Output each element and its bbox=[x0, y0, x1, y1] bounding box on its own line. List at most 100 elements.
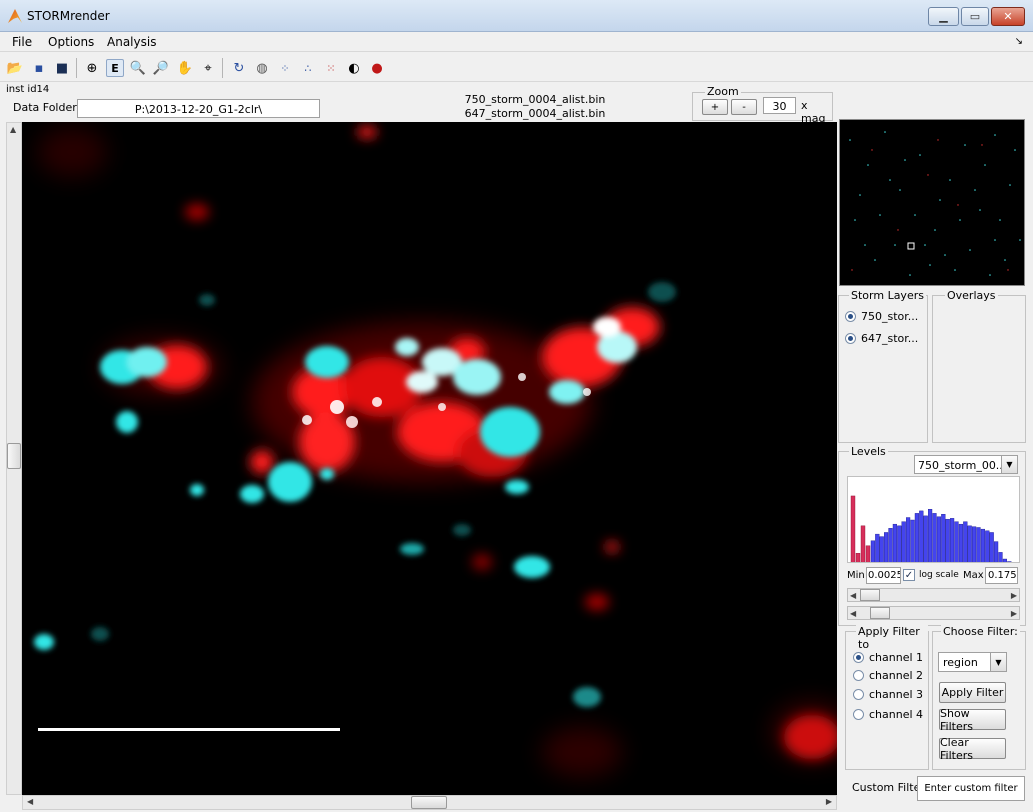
close-button[interactable]: ✕ bbox=[991, 7, 1025, 26]
histogram-blue-bar bbox=[919, 510, 924, 562]
layer-2-label: 647_stor... bbox=[861, 332, 919, 345]
max-slider-thumb[interactable] bbox=[870, 607, 890, 619]
menu-bar: File Options Analysis ↘ bbox=[0, 32, 1033, 52]
minimize-button[interactable]: ▁ bbox=[928, 7, 959, 26]
data-cursor-icon[interactable]: ⌖ bbox=[199, 59, 217, 77]
menu-file[interactable]: File bbox=[12, 35, 32, 49]
slider-left-icon[interactable]: ◀ bbox=[850, 609, 856, 618]
image-horizontal-scrollbar[interactable]: ◀ ▶ bbox=[22, 795, 837, 810]
color-plot-icon[interactable]: ⁙ bbox=[322, 59, 340, 77]
maximize-button[interactable]: ▭ bbox=[961, 7, 989, 26]
file-name-1: 750_storm_0004_alist.bin bbox=[464, 93, 606, 106]
horizontal-scroll-thumb[interactable] bbox=[411, 796, 447, 809]
save-image-icon[interactable]: ■ bbox=[53, 59, 71, 77]
zoom-panel: Zoom + - 30 x mag bbox=[692, 85, 833, 125]
zoom-in-icon[interactable]: 🔍 bbox=[129, 59, 147, 77]
data-folder-field[interactable]: P:\2013-12-20_G1-2clr\ bbox=[77, 99, 320, 118]
channel-3-option[interactable]: channel 3 bbox=[853, 688, 923, 701]
app-window: STORMrender ▁ ▭ ✕ File Options Analysis … bbox=[0, 0, 1033, 812]
slider-right-icon[interactable]: ▶ bbox=[1011, 591, 1017, 600]
max-value-field[interactable]: 0.175 bbox=[985, 567, 1018, 584]
scroll-right-icon[interactable]: ▶ bbox=[826, 797, 832, 806]
matlab-icon bbox=[8, 9, 22, 23]
channel-4-option[interactable]: channel 4 bbox=[853, 708, 923, 721]
image-vertical-scrollbar[interactable]: ▲ bbox=[6, 122, 22, 795]
min-slider-thumb[interactable] bbox=[860, 589, 880, 601]
zoom-out-icon[interactable]: 🔎 bbox=[152, 59, 170, 77]
max-level-slider[interactable]: ◀ ▶ bbox=[847, 606, 1020, 620]
open-folder-icon[interactable]: 📂 bbox=[6, 59, 24, 77]
vertical-scroll-thumb[interactable] bbox=[7, 443, 21, 469]
levels-layer-dropdown[interactable]: 750_storm_00... ▼ bbox=[914, 455, 1018, 474]
filter-type-value: region bbox=[943, 656, 978, 669]
layer-2-radio[interactable] bbox=[845, 333, 856, 344]
histogram-canvas bbox=[850, 495, 1012, 562]
menu-analysis[interactable]: Analysis bbox=[107, 35, 156, 49]
channel-1-option[interactable]: channel 1 bbox=[853, 651, 923, 664]
channel-2-radio[interactable] bbox=[853, 670, 864, 681]
render-3d-icon[interactable]: ◍ bbox=[253, 59, 271, 77]
layer-item-2[interactable]: 647_stor... bbox=[845, 332, 918, 345]
scatter-plot-icon[interactable]: ⁘ bbox=[276, 59, 294, 77]
overlays-panel: Overlays bbox=[932, 289, 1026, 443]
crosshair-icon[interactable]: ⊕ bbox=[83, 59, 101, 77]
pan-hand-icon[interactable]: ✋ bbox=[176, 59, 194, 77]
data-folder-label: Data Folder bbox=[13, 101, 77, 114]
overview-viewport-marker[interactable] bbox=[907, 242, 915, 250]
intensity-histogram bbox=[847, 476, 1020, 563]
log-scale-label: log scale bbox=[919, 570, 959, 580]
filter-type-dropdown[interactable]: region ▼ bbox=[938, 652, 1007, 672]
storm-render-canvas bbox=[34, 126, 837, 777]
record-icon[interactable]: ● bbox=[368, 59, 386, 77]
channel-3-radio[interactable] bbox=[853, 689, 864, 700]
edit-mode-icon[interactable]: E bbox=[106, 59, 124, 77]
channel-1-radio[interactable] bbox=[853, 652, 864, 663]
contrast-icon[interactable]: ◐ bbox=[345, 59, 363, 77]
storm-image-view[interactable] bbox=[22, 122, 837, 795]
histogram-blue-bar bbox=[998, 552, 1003, 562]
log-scale-checkbox[interactable]: ✓ bbox=[903, 569, 915, 581]
layer-1-radio[interactable] bbox=[845, 311, 856, 322]
slider-right-icon[interactable]: ▶ bbox=[1011, 609, 1017, 618]
channel-4-radio[interactable] bbox=[853, 709, 864, 720]
apply-filter-panel: Apply Filter to channel 1 channel 2 chan… bbox=[845, 625, 929, 770]
close-icon: ✕ bbox=[1003, 10, 1013, 23]
show-filters-button[interactable]: Show Filters bbox=[939, 707, 1006, 733]
zoom-out-button[interactable]: - bbox=[731, 99, 757, 115]
scroll-up-icon[interactable]: ▲ bbox=[10, 125, 16, 134]
overview-thumbnail[interactable] bbox=[839, 119, 1025, 286]
histogram-blue-bar bbox=[980, 528, 985, 562]
layer-item-1[interactable]: 750_stor... bbox=[845, 310, 918, 323]
apply-filter-button[interactable]: Apply Filter bbox=[939, 682, 1006, 703]
min-level-slider[interactable]: ◀ ▶ bbox=[847, 588, 1020, 602]
choose-filter-panel: Choose Filter: region ▼ Apply Filter Sho… bbox=[932, 625, 1026, 770]
channel-2-option[interactable]: channel 2 bbox=[853, 669, 923, 682]
min-value-field[interactable]: 0.0025 bbox=[866, 567, 901, 584]
chevron-down-icon: ▼ bbox=[990, 653, 1006, 671]
histogram-blue-bar bbox=[949, 518, 955, 562]
levels-layer-value: 750_storm_00... bbox=[918, 459, 1007, 472]
channel-4-label: channel 4 bbox=[869, 708, 924, 721]
histogram-blue-bar bbox=[897, 525, 902, 562]
histogram-blue-bar bbox=[870, 540, 875, 562]
histogram-red-bar bbox=[855, 553, 861, 562]
title-bar: STORMrender ▁ ▭ ✕ bbox=[0, 0, 1033, 32]
zoom-in-button[interactable]: + bbox=[702, 99, 728, 115]
menu-options[interactable]: Options bbox=[48, 35, 94, 49]
slider-left-icon[interactable]: ◀ bbox=[850, 591, 856, 600]
dock-arrow-icon[interactable]: ↘ bbox=[1015, 36, 1023, 47]
histogram-blue-bar bbox=[875, 533, 880, 562]
clear-filters-button[interactable]: Clear Filters bbox=[939, 736, 1006, 762]
save-icon[interactable]: ▪ bbox=[30, 59, 48, 77]
rotate-icon[interactable]: ↻ bbox=[230, 59, 248, 77]
overlays-title: Overlays bbox=[945, 289, 998, 302]
custom-filter-input[interactable]: Enter custom filter bbox=[917, 776, 1025, 801]
points-plot-icon[interactable]: ∴ bbox=[299, 59, 317, 77]
histogram-blue-bar bbox=[923, 515, 928, 562]
histogram-blue-bar bbox=[892, 523, 897, 562]
histogram-blue-bar bbox=[932, 513, 937, 562]
scroll-left-icon[interactable]: ◀ bbox=[27, 797, 33, 806]
zoom-magnification-field[interactable]: 30 bbox=[763, 97, 796, 114]
histogram-blue-bar bbox=[958, 523, 963, 562]
toolbar-separator bbox=[76, 58, 77, 78]
